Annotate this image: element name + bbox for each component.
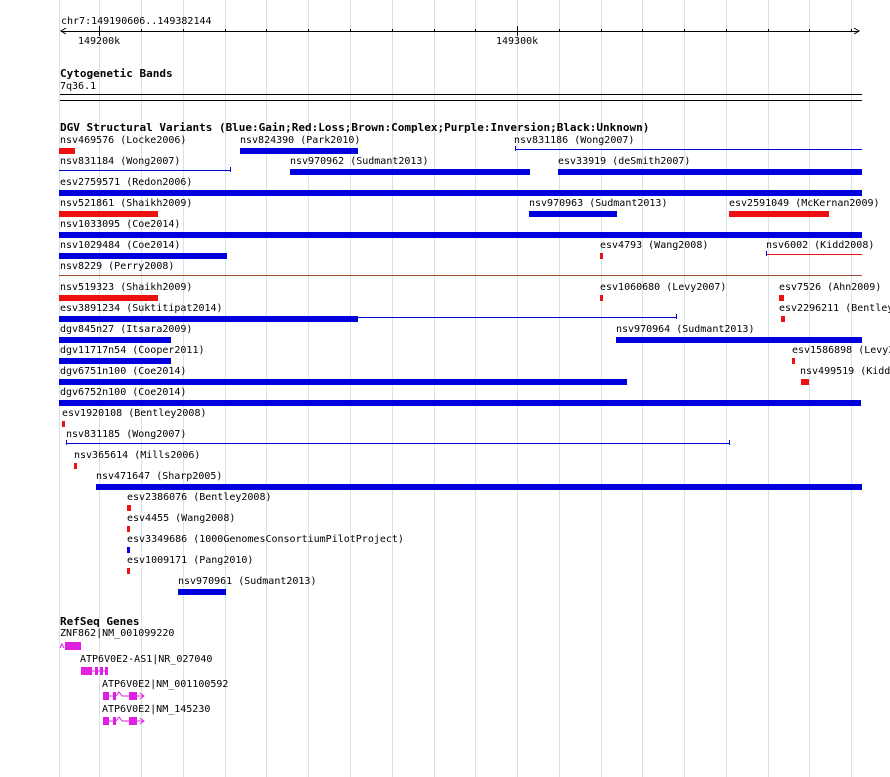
gene-exon[interactable]: [103, 692, 109, 700]
gene-exon[interactable]: [100, 667, 103, 675]
gene-exon[interactable]: [95, 667, 98, 675]
gene-intron-line: [59, 642, 65, 649]
gene-exon[interactable]: [113, 692, 116, 700]
gene-exon[interactable]: [65, 642, 81, 650]
gene-exon[interactable]: [105, 667, 108, 675]
gene-models: [59, 642, 145, 725]
genome-browser-view: chr7:149190606..149382144 149200k 149300…: [0, 0, 890, 777]
gene-exon[interactable]: [113, 717, 116, 725]
gene-exon[interactable]: [81, 667, 92, 675]
gene-exon[interactable]: [129, 717, 137, 725]
gene-exon[interactable]: [103, 717, 109, 725]
gene-exon[interactable]: [129, 692, 137, 700]
